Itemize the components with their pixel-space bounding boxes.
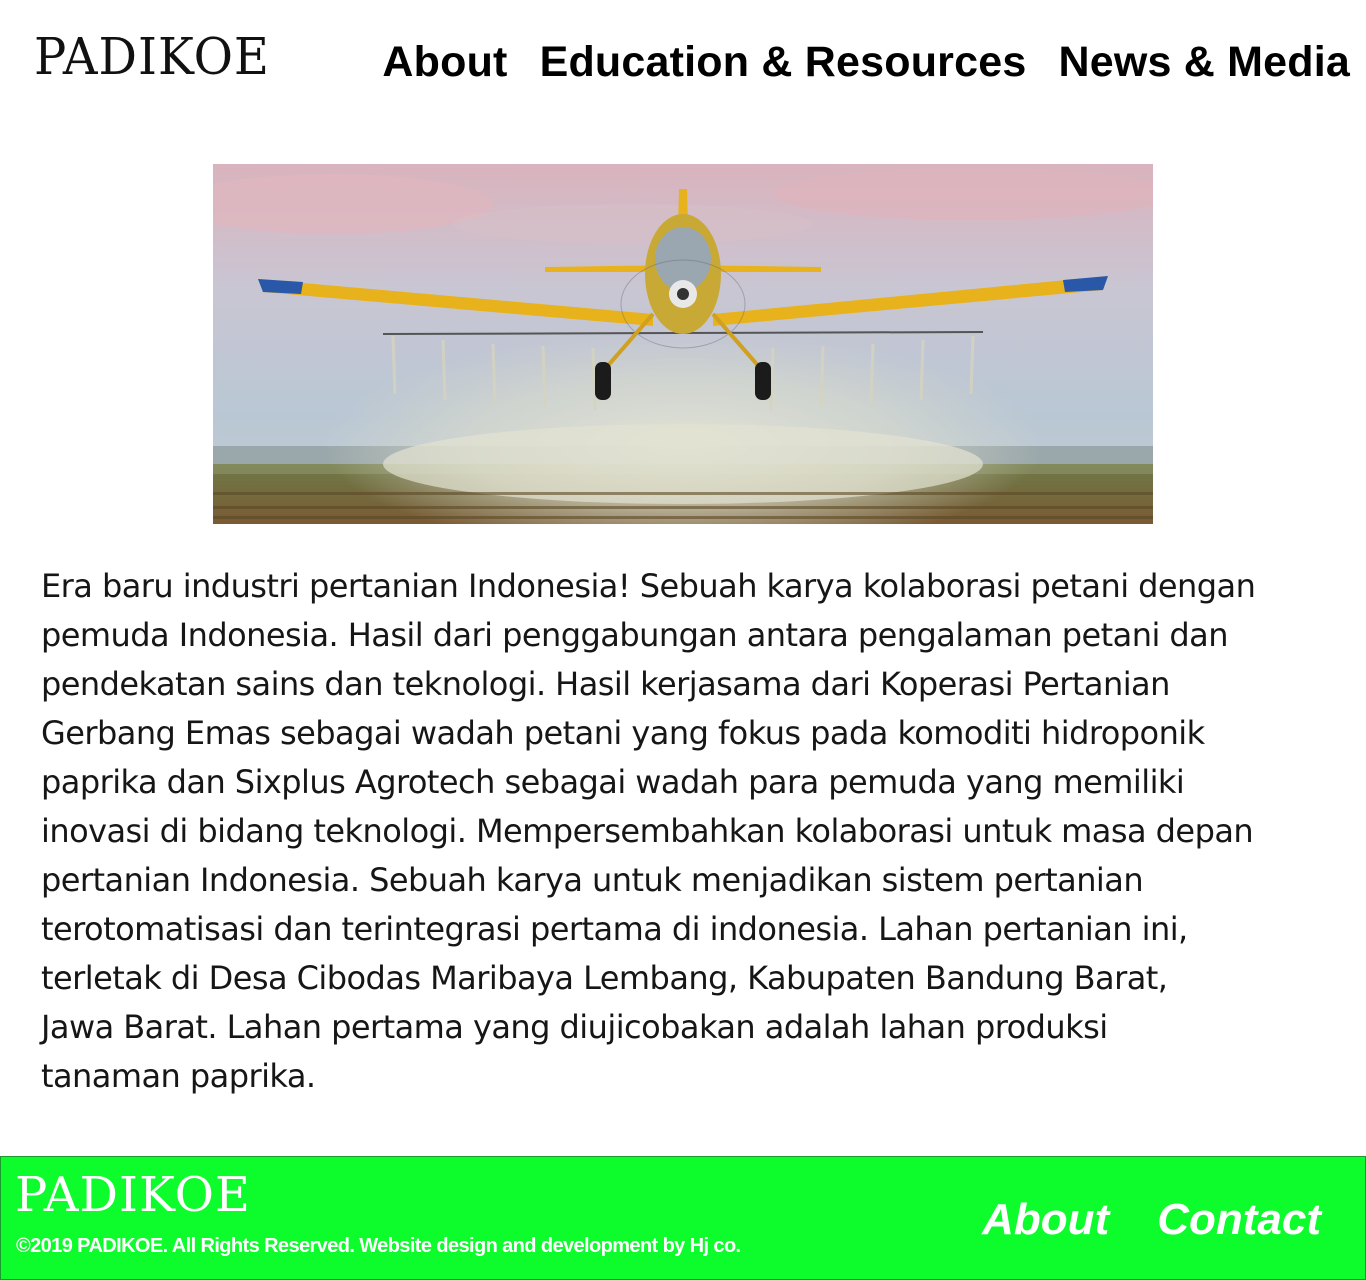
intro-line: tanaman paprika. — [41, 1057, 316, 1095]
intro-line: terletak di Desa Cibodas Maribaya Lemban… — [41, 959, 1168, 997]
intro-line: inovasi di bidang teknologi. Mempersemba… — [41, 812, 1254, 850]
footer-link-about[interactable]: About — [982, 1195, 1109, 1245]
intro-line: Gerbang Emas sebagai wadah petani yang f… — [41, 714, 1205, 752]
crop-duster-airplane-image — [213, 164, 1153, 524]
intro-line: Jawa Barat. Lahan pertama yang diujicoba… — [41, 1008, 1108, 1046]
nav-link-education-resources[interactable]: Education & Resources — [540, 38, 1027, 87]
intro-paragraph: Era baru industri pertanian Indonesia! S… — [41, 562, 1331, 1101]
site-footer: PADIKOE ©2019 PADIKOE. All Rights Reserv… — [0, 1156, 1366, 1280]
main-nav: About Education & Resources News & Media — [382, 38, 1350, 87]
intro-line: terotomatisasi dan terintegrasi pertama … — [41, 910, 1188, 948]
footer-link-contact[interactable]: Contact — [1157, 1195, 1321, 1245]
nav-link-news-media[interactable]: News & Media — [1058, 38, 1350, 87]
footer-copyright: ©2019 PADIKOE. All Rights Reserved. Webs… — [16, 1235, 741, 1257]
footer-nav: About Contact — [982, 1195, 1321, 1245]
intro-line: Era baru industri pertanian Indonesia! S… — [41, 567, 1256, 605]
hero-image — [213, 164, 1153, 524]
site-header: PADIKOE About Education & Resources News… — [0, 0, 1366, 130]
intro-line: pemuda Indonesia. Hasil dari penggabunga… — [41, 616, 1229, 654]
intro-line: pertanian Indonesia. Sebuah karya untuk … — [41, 861, 1144, 899]
intro-line: pendekatan sains dan teknologi. Hasil ke… — [41, 665, 1170, 703]
intro-line: paprika dan Sixplus Agrotech sebagai wad… — [41, 763, 1185, 801]
footer-logo[interactable]: PADIKOE — [15, 1167, 251, 1223]
site-logo[interactable]: PADIKOE — [34, 28, 270, 87]
nav-link-about[interactable]: About — [382, 38, 507, 87]
